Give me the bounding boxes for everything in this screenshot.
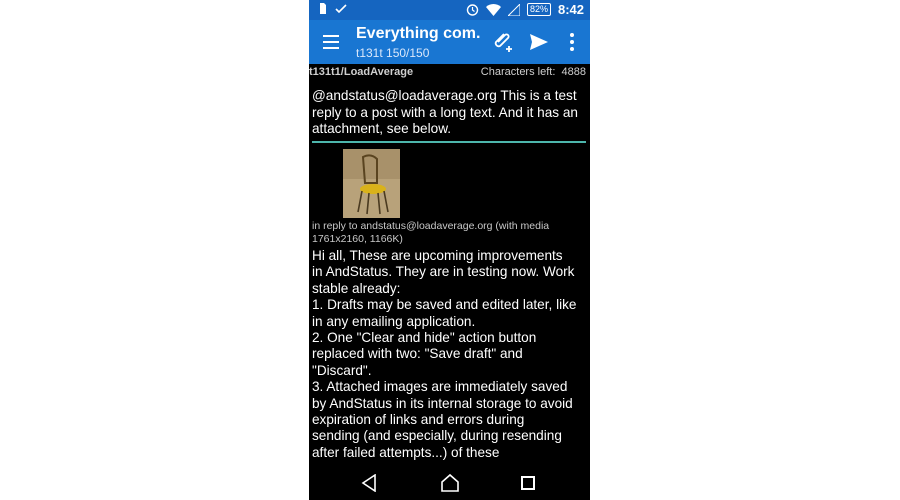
back-icon[interactable] (361, 474, 377, 492)
media-info-line: 1761x2160, 1166K) (312, 233, 403, 245)
characters-left-value: 4888 (561, 66, 586, 78)
signal-icon (507, 3, 520, 16)
send-icon[interactable] (528, 31, 550, 53)
quoted-post-body: Hi all, These are upcoming improvements … (312, 248, 590, 461)
wifi-icon (485, 3, 501, 16)
body-line: 3. Attached images are immediately saved (312, 379, 568, 395)
navigation-bar (309, 466, 590, 500)
attachment-thumbnail[interactable] (343, 149, 400, 218)
clock: 8:42 (557, 2, 584, 17)
more-options-icon[interactable] (565, 31, 579, 53)
body-line: 2. One "Clear and hide" action button (312, 330, 537, 346)
toolbar-title: Everything com... (356, 25, 481, 42)
home-icon[interactable] (440, 473, 460, 493)
body-line: Hi all, These are upcoming improvements (312, 248, 563, 263)
toolbar-subtitle: t131t 150/150 (356, 46, 430, 60)
body-line: stable already: (312, 280, 401, 296)
body-line: expiration of links and errors during (312, 412, 525, 428)
recent-apps-icon[interactable] (521, 476, 535, 490)
menu-icon[interactable] (321, 32, 341, 52)
compose-meta: t131t1/LoadAverage Characters left: 4888 (309, 65, 590, 81)
characters-left-label: Characters left: (480, 66, 556, 78)
in-reply-to-line: in reply to andstatus@loadaverage.org (w… (312, 220, 550, 232)
phone-screen: 82% 8:42 Everything com... t131t 150/150… (309, 0, 590, 500)
body-line: after failed attempts...) of these (312, 444, 500, 460)
body-line: replaced with two: "Save draft" and (312, 346, 523, 362)
body-line: by AndStatus in its internal storage to … (312, 395, 573, 411)
chair-image (343, 149, 400, 218)
characters-left: Characters left: 4888 (481, 66, 586, 78)
body-line: in AndStatus. They are in testing now. W… (312, 264, 575, 280)
sim-icon (320, 3, 326, 14)
body-line: 1. Drafts may be saved and edited later,… (312, 297, 577, 313)
check-icon (335, 3, 347, 13)
body-line: sending (and especially, during resendin… (312, 428, 562, 444)
attach-icon[interactable] (490, 30, 514, 54)
body-line: "Discard". (312, 362, 372, 378)
body-line: in any emailing application. (312, 313, 476, 329)
status-bar: 82% 8:42 (309, 0, 590, 20)
in-reply-to-info: in reply to andstatus@loadaverage.org (w… (312, 220, 588, 246)
alarm-icon (466, 4, 479, 16)
app-toolbar: Everything com... t131t 150/150 (309, 20, 590, 64)
battery-indicator: 82% (526, 3, 551, 16)
compose-text-field[interactable]: @andstatus@loadaverage.org This is a tes… (312, 88, 586, 143)
account-name[interactable]: t131t1/LoadAverage (309, 66, 413, 78)
